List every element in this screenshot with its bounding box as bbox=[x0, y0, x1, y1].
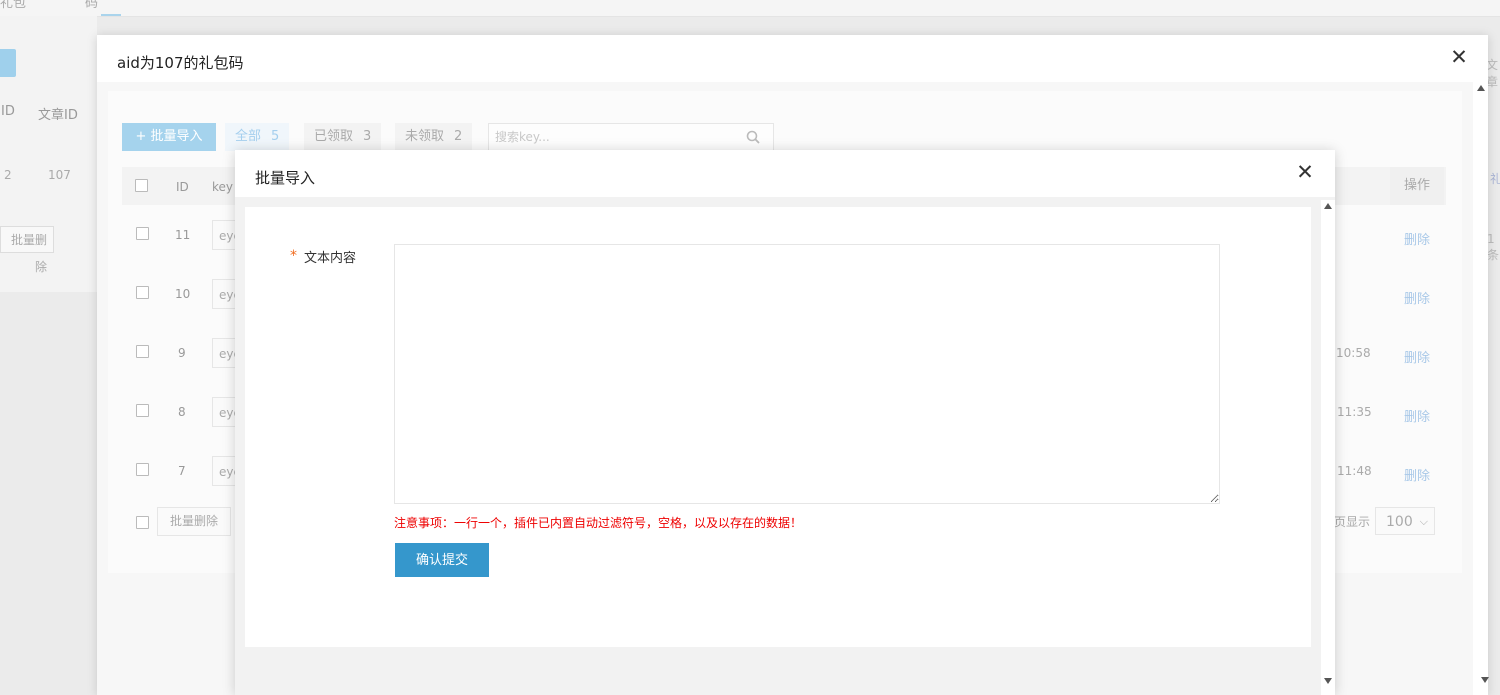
row-delete-link[interactable]: 删除 bbox=[1404, 347, 1430, 366]
row-delete-link[interactable]: 删除 bbox=[1404, 465, 1430, 484]
modal-header bbox=[235, 150, 1335, 197]
per-page-select[interactable]: 100 ⌵ bbox=[1375, 507, 1435, 535]
search-icon[interactable] bbox=[746, 130, 760, 144]
scrollbar[interactable] bbox=[1473, 82, 1488, 695]
tab-all[interactable]: 全部 5 bbox=[225, 123, 290, 151]
per-page-value: 100 bbox=[1386, 514, 1413, 530]
row-delete-link[interactable]: 删除 bbox=[1404, 229, 1430, 248]
bulk-import-modal: 批量导入 ✕ * 文本内容 注意事项：一行一个，插件已内置自动过滤符号，空格，以… bbox=[235, 150, 1335, 695]
row-time: 11:35 bbox=[1337, 405, 1372, 419]
select-all-checkbox[interactable] bbox=[135, 179, 148, 192]
scroll-down-arrow-icon[interactable] bbox=[1481, 677, 1489, 683]
background-header-id: ID bbox=[1, 104, 15, 119]
search-box bbox=[488, 123, 774, 151]
tab-count: 2 bbox=[454, 129, 463, 144]
background-tab-label[interactable]: 码 bbox=[85, 0, 98, 11]
required-mark: * bbox=[290, 248, 297, 264]
bulk-import-button[interactable]: + 批量导入 bbox=[122, 123, 216, 151]
row-checkbox[interactable] bbox=[136, 286, 149, 299]
text-content-label: 文本内容 bbox=[304, 251, 357, 266]
row-checkbox[interactable] bbox=[136, 463, 149, 476]
modal-title: aid为107的礼包码 bbox=[117, 54, 244, 72]
tab-label: 全部 bbox=[235, 129, 262, 144]
background-peek-link[interactable]: 礼 bbox=[1490, 170, 1500, 187]
row-checkbox[interactable] bbox=[136, 345, 149, 358]
header-operation: 操作 bbox=[1390, 167, 1444, 205]
row-checkbox[interactable] bbox=[136, 404, 149, 417]
row-delete-link[interactable]: 删除 bbox=[1404, 288, 1430, 307]
search-input[interactable] bbox=[489, 124, 741, 150]
background-peek-text: 1条 bbox=[1487, 232, 1500, 262]
scroll-up-arrow-icon[interactable] bbox=[1477, 85, 1485, 91]
active-tab-underline bbox=[101, 14, 121, 16]
header-id: ID bbox=[176, 180, 189, 194]
confirm-submit-button[interactable]: 确认提交 bbox=[395, 543, 489, 577]
close-icon[interactable]: ✕ bbox=[1295, 162, 1315, 183]
tab-claimed[interactable]: 已领取 3 bbox=[304, 123, 382, 151]
text-content-textarea[interactable] bbox=[394, 244, 1220, 504]
row-id: 7 bbox=[178, 464, 186, 478]
background-bulk-delete-button[interactable]: 批量删除 bbox=[0, 226, 54, 274]
row-id: 9 bbox=[178, 346, 186, 360]
background-cell-id: 2 bbox=[4, 168, 12, 182]
scroll-up-arrow-icon[interactable] bbox=[1324, 203, 1332, 209]
row-time: 10:58 bbox=[1336, 346, 1371, 360]
tab-count: 3 bbox=[363, 129, 372, 144]
per-page-label: 页显示 bbox=[1334, 515, 1371, 529]
footer-select-all-checkbox[interactable] bbox=[136, 516, 149, 529]
background-header-aid: 文章ID bbox=[38, 108, 78, 123]
row-id: 8 bbox=[178, 405, 186, 419]
tab-unclaimed[interactable]: 未领取 2 bbox=[395, 123, 473, 151]
row-delete-link[interactable]: 删除 bbox=[1404, 406, 1430, 425]
tab-count: 5 bbox=[271, 129, 280, 144]
header-key: key bbox=[212, 180, 234, 194]
modal-title: 批量导入 bbox=[255, 169, 316, 187]
row-time: 11:48 bbox=[1337, 464, 1372, 478]
background-top-bar bbox=[0, 0, 1500, 17]
background-tab-label[interactable]: 礼包 bbox=[0, 0, 26, 11]
row-id: 10 bbox=[175, 287, 191, 301]
close-icon[interactable]: ✕ bbox=[1449, 47, 1469, 68]
tab-label: 已领取 bbox=[314, 129, 354, 144]
row-id: 11 bbox=[175, 228, 191, 242]
tab-label: 未领取 bbox=[405, 129, 445, 144]
import-form: * 文本内容 注意事项：一行一个，插件已内置自动过滤符号，空格，以及以存在的数据… bbox=[245, 207, 1311, 647]
background-peek-text: 文章 bbox=[1486, 58, 1499, 89]
background-cell-aid: 107 bbox=[48, 168, 71, 182]
bulk-delete-button[interactable]: 批量删除 bbox=[157, 507, 231, 536]
notice-text: 注意事项：一行一个，插件已内置自动过滤符号，空格，以及以存在的数据！ bbox=[394, 516, 803, 530]
scroll-down-arrow-icon[interactable] bbox=[1324, 678, 1332, 684]
background-button[interactable] bbox=[0, 49, 16, 77]
chevron-down-icon: ⌵ bbox=[1419, 515, 1428, 528]
scrollbar[interactable] bbox=[1321, 200, 1335, 695]
row-checkbox[interactable] bbox=[136, 227, 149, 240]
